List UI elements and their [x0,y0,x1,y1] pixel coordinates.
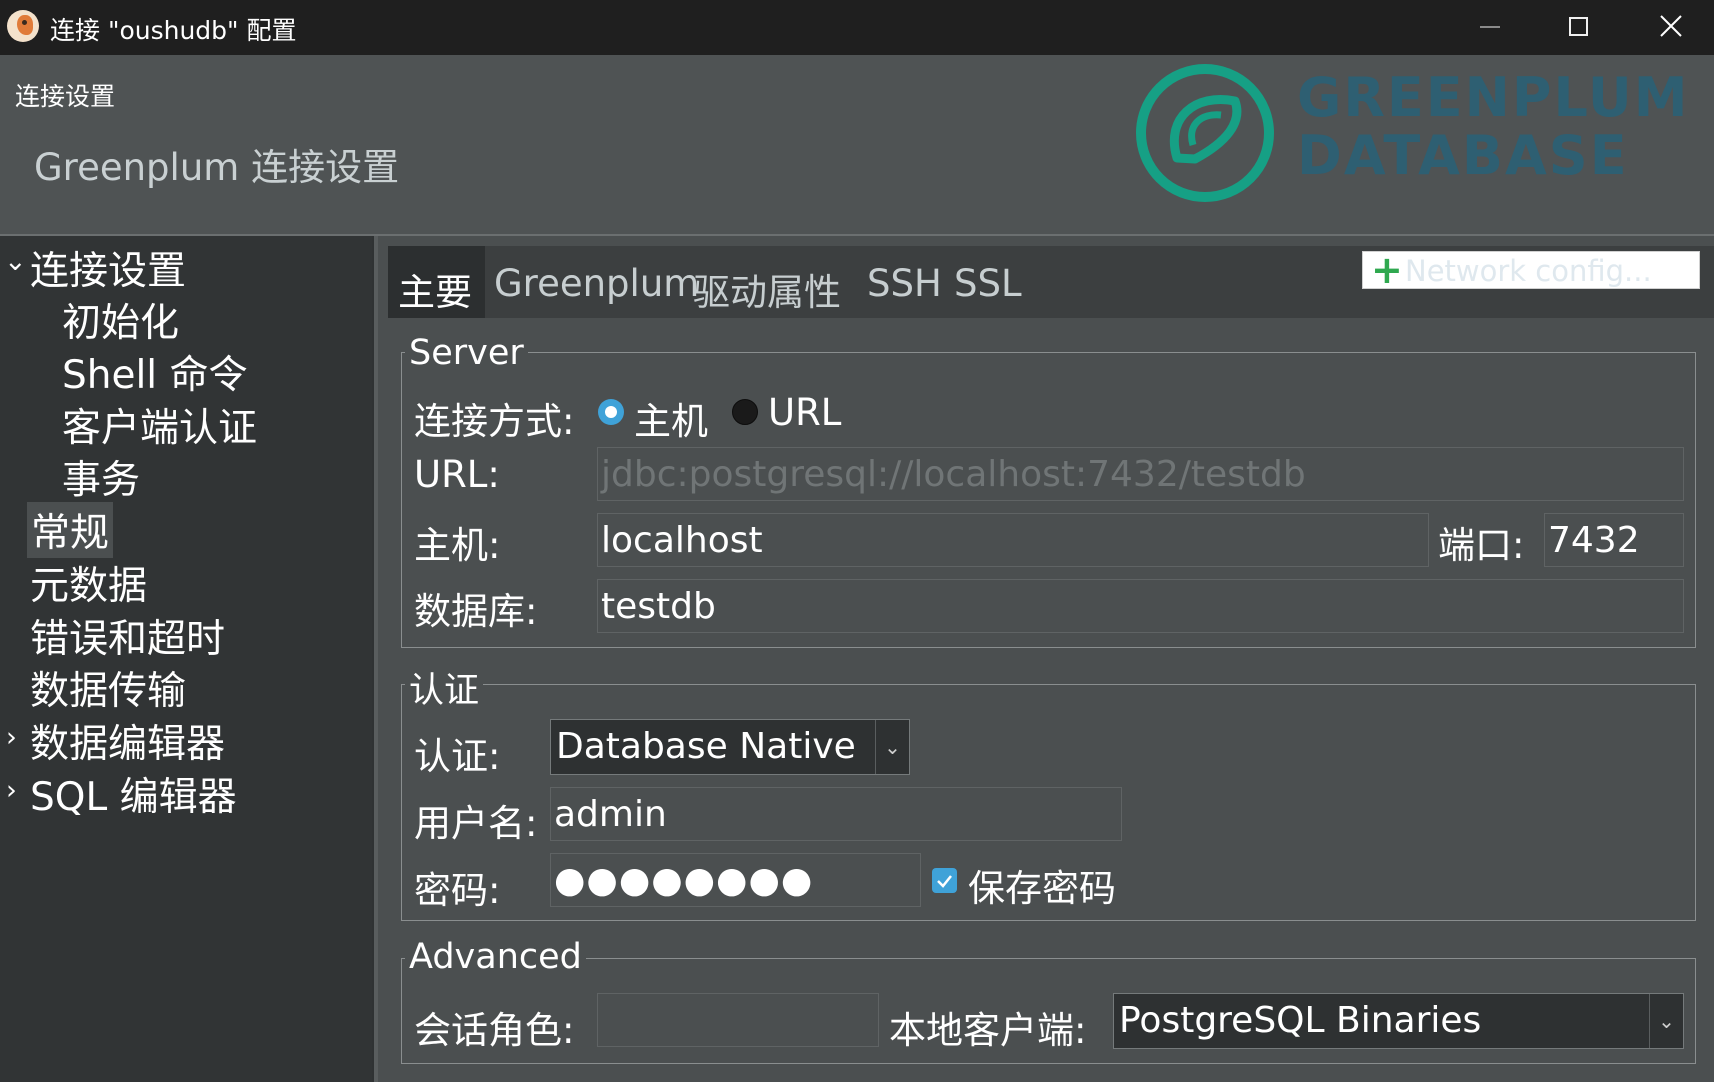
session-role-label: 会话角色: [414,1009,575,1052]
username-label: 用户名: [414,802,538,845]
title-bar: 连接 "oushudb" 配置 [0,0,1714,55]
dbeaver-app-icon [7,10,39,42]
sidebar-item-general[interactable]: 常规 [27,502,114,558]
url-label: URL: [414,453,500,496]
sidebar-item-shell-commands[interactable]: Shell 命令 [62,344,248,400]
window-title: 连接 "oushudb" 配置 [50,16,297,45]
password-input[interactable]: ●●●●●●●● [550,853,921,907]
sidebar-item-errors-timeouts[interactable]: 错误和超时 [30,608,225,664]
header-caption: 连接设置 [15,82,116,111]
checkmark-icon [937,875,952,888]
maximize-icon [1569,17,1588,36]
host-label: 主机: [414,524,501,567]
port-label: 端口: [1438,524,1525,567]
local-client-select[interactable]: PostgreSQL Binaries ⌄ [1113,993,1684,1049]
sidebar-item-data-editor[interactable]: 数据编辑器 [30,713,225,769]
chevron-right-icon[interactable]: › [6,722,17,753]
tab-ssl[interactable]: SSL [954,262,1022,305]
save-password-label[interactable]: 保存密码 [968,858,1116,912]
tab-ssh[interactable]: SSH [867,262,942,305]
close-icon [1660,15,1682,37]
database-input[interactable]: testdb [597,579,1684,633]
tab-driver-properties[interactable]: 驱动属性 [693,262,841,316]
save-password-checkbox[interactable] [932,868,957,893]
chevron-down-icon: ⌄ [1649,994,1683,1048]
radio-host-label[interactable]: 主机 [634,391,708,445]
sidebar-item-client-auth[interactable]: 客户端认证 [62,397,257,453]
greenplum-logo-icon [1136,64,1274,202]
auth-legend: 认证 [405,662,484,713]
sidebar-item-transactions[interactable]: 事务 [62,449,140,505]
sidebar-item-metadata[interactable]: 元数据 [30,555,147,611]
server-legend: Server [405,333,528,373]
chevron-down-icon[interactable]: ⌄ [4,246,27,277]
close-button[interactable] [1624,0,1714,55]
header-title: Greenplum 连接设置 [34,146,400,189]
auth-label: 认证: [414,735,501,778]
port-input[interactable]: 7432 [1544,513,1684,567]
plus-icon: + [1371,248,1403,292]
advanced-legend: Advanced [405,937,586,977]
radio-url[interactable] [732,399,758,425]
database-label: 数据库: [414,590,538,633]
maximize-button[interactable] [1532,0,1626,55]
network-config-button[interactable]: + Network config... [1362,248,1700,292]
greenplum-logo-text: GREENPLUM DATABASE [1297,66,1690,187]
sidebar-item-init[interactable]: 初始化 [62,292,179,348]
page-header: 连接设置 Greenplum 连接设置 GREENPLUM DATABASE [0,55,1714,235]
url-input[interactable]: jdbc:postgresql://localhost:7432/testdb [597,447,1684,501]
username-input[interactable]: admin [550,787,1122,841]
local-client-label: 本地客户端: [889,1009,1087,1052]
auth-select[interactable]: Database Native ⌄ [550,719,910,775]
host-input[interactable]: localhost [597,513,1429,567]
connect-mode-label: 连接方式: [414,400,575,443]
password-label: 密码: [414,869,501,912]
sidebar-item-connection-settings[interactable]: 连接设置 [30,240,186,296]
chevron-right-icon[interactable]: › [6,775,17,806]
tab-main[interactable]: 主要 [388,246,485,318]
minimize-button[interactable] [1440,0,1534,55]
tab-greenplum[interactable]: Greenplum [494,262,699,305]
radio-host[interactable] [598,399,624,425]
sidebar-item-sql-editor[interactable]: SQL 编辑器 [30,766,237,822]
session-role-input[interactable] [597,993,879,1047]
radio-url-label[interactable]: URL [768,391,841,434]
minimize-icon [1480,26,1500,28]
chevron-down-icon: ⌄ [875,720,909,774]
sidebar-item-data-transfer[interactable]: 数据传输 [30,660,186,716]
